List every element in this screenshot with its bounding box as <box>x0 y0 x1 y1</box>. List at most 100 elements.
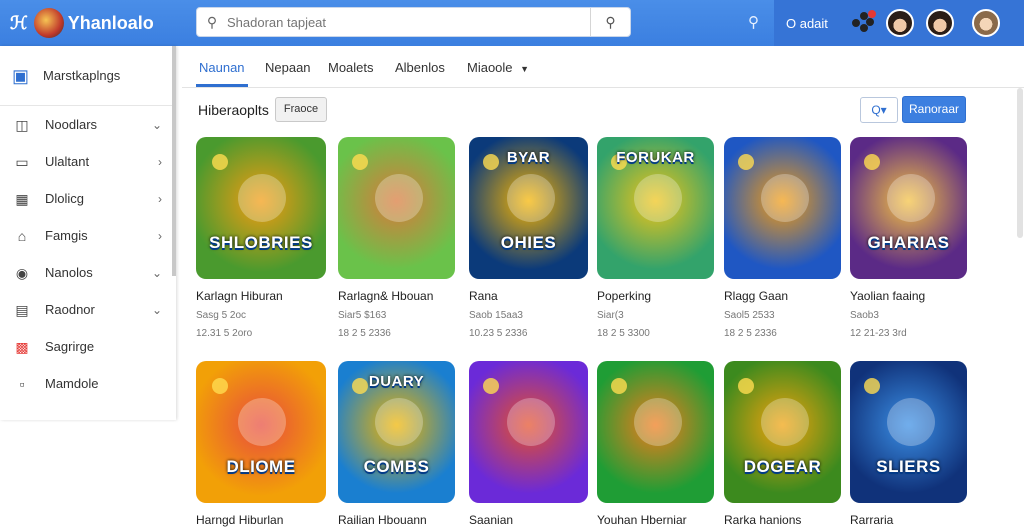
app-thumbnail[interactable]: DOGEAR <box>724 361 841 503</box>
sidebar-item-3[interactable]: ⌂ Famgis › <box>0 217 176 254</box>
search-input[interactable] <box>227 9 590 35</box>
app-thumbnail[interactable]: SLIERS <box>850 361 967 503</box>
sidebar-item-label: Raodnor <box>45 302 95 317</box>
filter-button[interactable]: Fraoce <box>275 97 327 122</box>
active-tab-indicator <box>196 84 248 87</box>
app-card[interactable]: Rlagg Gaan Saol5 2533 18 2 5 2336 <box>724 137 842 339</box>
sparkle-decoration <box>864 154 881 171</box>
app-title[interactable]: Yaolian faaing <box>850 289 968 303</box>
thumbnail-title: COMBS <box>363 457 430 476</box>
app-title: Yhanloalo <box>67 12 154 33</box>
app-card[interactable]: SLIERS Rarraria <box>850 361 968 527</box>
app-card[interactable]: DOGEAR Rarka hanions <box>724 361 842 527</box>
sidebar-item-6[interactable]: ▩ Sagrirge <box>0 328 176 365</box>
thumbnail-title: GHARIAS <box>867 233 950 252</box>
app-thumbnail[interactable]: BYAR OHIES <box>469 137 588 279</box>
search-button[interactable]: ⚲ <box>590 8 630 36</box>
sidebar-item-1[interactable]: ▭ Ulaltant › <box>0 143 176 180</box>
app-thumbnail[interactable]: DLIOME <box>196 361 326 503</box>
app-title[interactable]: Poperking <box>597 289 715 303</box>
chart-icon: ▦ <box>15 190 29 207</box>
character-illustration <box>634 173 683 222</box>
app-card[interactable]: GHARIAS Yaolian faaing Saob3 12 21-23 3rd <box>850 137 968 339</box>
app-title[interactable]: Karlagn Hiburan <box>196 289 326 303</box>
app-subtitle: Saob3 <box>850 310 879 321</box>
character-illustration <box>237 173 286 222</box>
app-thumbnail[interactable]: DUARY COMBS <box>338 361 455 503</box>
tab-miaoole[interactable]: Miaoole ▼ <box>467 60 529 75</box>
app-card[interactable]: Youhan Hberniar <box>597 361 715 527</box>
avatar-2[interactable] <box>925 9 954 37</box>
sidebar-list: ◫ Noodlars ⌄ ▭ Ulaltant › ▦ Dlolicg › ⌂ Famgis › ◉ Na… <box>0 106 176 402</box>
app-thumbnail[interactable] <box>597 361 714 503</box>
app-card[interactable]: DLIOME Harngd Hiburlan <box>196 361 326 527</box>
sidebar-item-0[interactable]: ◫ Noodlars ⌄ <box>0 106 176 143</box>
app-thumbnail[interactable]: SHLOBRIES <box>196 137 326 279</box>
chevron-right-icon[interactable]: › <box>158 229 162 243</box>
monitor-icon: ▭ <box>15 153 29 170</box>
app-title[interactable]: Rarlagn& Hbouan <box>338 289 456 303</box>
app-thumbnail[interactable]: FORUKAR <box>597 137 714 279</box>
avatar-user[interactable] <box>971 9 1000 37</box>
sidebar-item-2[interactable]: ▦ Dlolicg › <box>0 180 176 217</box>
tab-moalets[interactable]: Moalets <box>328 60 374 75</box>
chevron-down-icon[interactable]: ⌄ <box>152 303 162 317</box>
search-icon: ⚲ <box>206 13 218 30</box>
sidebar-scrollbar[interactable] <box>172 46 176 276</box>
chevron-right-icon[interactable]: › <box>158 192 162 206</box>
app-meta: 12 21-23 3rd <box>850 328 907 339</box>
character-illustration <box>507 173 556 222</box>
apps-icon[interactable] <box>851 10 876 34</box>
app-title[interactable]: Saanian <box>469 513 587 527</box>
app-card[interactable]: DUARY COMBS Railian Hbouann <box>338 361 456 527</box>
card-icon: ▤ <box>15 301 29 318</box>
app-thumbnail[interactable] <box>469 361 588 503</box>
app-meta: 10.23 5 2336 <box>469 328 528 339</box>
chevron-down-icon[interactable]: ⌄ <box>152 118 162 132</box>
app-title[interactable]: Rlagg Gaan <box>724 289 842 303</box>
app-card[interactable]: BYAR OHIES Rana Saob 15aa3 10.23 5 2336 <box>469 137 588 339</box>
sparkle-decoration <box>738 154 755 171</box>
tab-bar: Naunan Nepaan Moalets Albenlos Miaoole ▼ <box>182 46 1024 88</box>
sidebar: ▣ Marstkaplngs ◫ Noodlars ⌄ ▭ Ulaltant › ▦ Dlol… <box>0 46 176 420</box>
app-thumbnail[interactable]: GHARIAS <box>850 137 967 279</box>
thumbnail-title: DLIOME <box>226 457 296 476</box>
topbar-link[interactable]: O adait <box>786 16 828 31</box>
app-card[interactable]: SHLOBRIES Karlagn Hiburan Sasg 5 2oc 12.31 … <box>196 137 326 339</box>
app-card[interactable]: FORUKAR Poperking Siar(3 18 2 5 3300 <box>597 137 715 339</box>
chevron-right-icon[interactable]: › <box>158 155 162 169</box>
character-illustration <box>237 397 286 446</box>
section-title: Hiberaoplts <box>198 102 269 118</box>
app-thumbnail[interactable] <box>338 137 455 279</box>
app-title[interactable]: Rarraria <box>850 513 968 527</box>
sidebar-header[interactable]: ▣ Marstkaplngs <box>0 46 176 106</box>
app-title[interactable]: Rana <box>469 289 587 303</box>
primary-button[interactable]: Ranoraar <box>902 96 966 123</box>
main-scrollbar[interactable] <box>1017 88 1023 238</box>
tab-albenlos[interactable]: Albenlos <box>395 60 445 75</box>
sidebar-item-label: Ulaltant <box>45 154 90 169</box>
sparkle-decoration <box>211 154 228 171</box>
app-title[interactable]: Railian Hbouann <box>338 513 456 527</box>
app-thumbnail[interactable] <box>724 137 841 279</box>
character-illustration <box>761 397 810 446</box>
sidebar-item-label: Nanolos <box>45 265 93 280</box>
topbar-search-icon[interactable]: ⚲ <box>748 13 759 31</box>
chevron-down-icon[interactable]: ⌄ <box>152 266 162 280</box>
app-subtitle: Siar(3 <box>597 310 624 321</box>
sidebar-item-7[interactable]: ▫ Mamdole <box>0 365 176 402</box>
sidebar-item-4[interactable]: ◉ Nanolos ⌄ <box>0 254 176 291</box>
tab-nepaan[interactable]: Nepaan <box>265 60 311 75</box>
sidebar-item-5[interactable]: ▤ Raodnor ⌄ <box>0 291 176 328</box>
app-title[interactable]: Youhan Hberniar <box>597 513 715 527</box>
tab-naunan[interactable]: Naunan <box>199 60 245 75</box>
app-title[interactable]: Rarka hanions <box>724 513 842 527</box>
avatar-1[interactable] <box>885 9 914 37</box>
bag-icon: ▣ <box>12 65 30 86</box>
app-card[interactable]: Rarlagn& Hbouan Siar5 $163 18 2 5 2336 <box>338 137 456 339</box>
app-card[interactable]: Saanian <box>469 361 588 527</box>
notification-dot <box>867 10 876 18</box>
app-title[interactable]: Harngd Hiburlan <box>196 513 326 527</box>
sort-dropdown[interactable]: Q▾ <box>860 97 898 123</box>
app-logo[interactable]: ℋ Yhanloalo <box>10 8 154 38</box>
